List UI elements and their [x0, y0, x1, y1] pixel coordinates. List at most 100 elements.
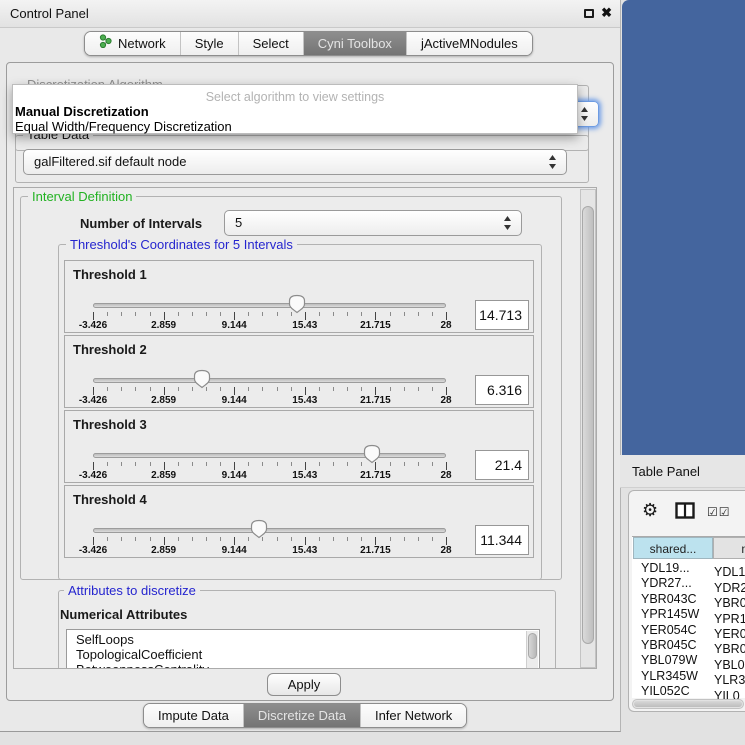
table-row[interactable]: YPR145WYPR1	[632, 607, 745, 622]
table-row[interactable]: YLR345WYLR3	[632, 669, 745, 684]
tab-infer-network[interactable]: Infer Network	[361, 704, 466, 727]
close-icon[interactable]: ✖	[601, 5, 612, 21]
popup-placeholder: Select algorithm to view settings	[13, 85, 577, 104]
interval-definition-title: Interval Definition	[28, 189, 136, 204]
number-of-intervals-combobox[interactable]: 5	[224, 210, 522, 236]
slider-ticks	[93, 387, 446, 395]
tab-label: Select	[253, 32, 289, 55]
algorithm-dropdown-popup: Select algorithm to view settings Manual…	[12, 84, 578, 134]
table-row[interactable]: YBR043CYBR0	[632, 592, 745, 607]
attribute-list-item[interactable]: BetweennessCentrality	[76, 662, 539, 669]
slider-tick-label: 9.144	[222, 395, 247, 406]
tab-label: Cyni Toolbox	[318, 32, 392, 55]
combo-stepper-icon	[503, 215, 512, 231]
slider-tick-label: 21.715	[360, 545, 391, 556]
gear-icon[interactable]: ⚙	[642, 500, 658, 521]
threshold-slider-track[interactable]	[93, 378, 446, 383]
slider-tick-label: 15.43	[292, 395, 317, 406]
shared-name-cell: YER054C	[632, 623, 709, 638]
column-header-name[interactable]: n	[713, 537, 745, 559]
threshold-slider-track[interactable]	[93, 528, 446, 533]
slider-tick-label: 2.859	[151, 545, 176, 556]
slider-tick-label: 2.859	[151, 320, 176, 331]
scrollbar-thumb[interactable]	[582, 206, 594, 644]
table-row[interactable]: YIL052CYIL0	[632, 684, 745, 699]
columns-icon[interactable]	[675, 502, 695, 524]
number-of-intervals-value: 5	[235, 215, 242, 230]
attributes-scrollbar[interactable]	[526, 631, 538, 669]
threshold-panel: Threshold 2 -3.4262.8599.14415.4321.7152…	[64, 335, 534, 408]
thresholds-group-title: Threshold's Coordinates for 5 Intervals	[66, 237, 297, 252]
threshold-value-field[interactable]: 6.316	[475, 375, 529, 405]
cyni-toolbox-panel: Discretization Algorithm Table Data galF…	[6, 62, 614, 701]
slider-tick-label: 21.715	[360, 470, 391, 481]
threshold-label: Threshold 1	[73, 267, 147, 282]
slider-tick-label: -3.426	[79, 545, 107, 556]
tab-style[interactable]: Style	[181, 32, 239, 55]
numerical-attributes-label: Numerical Attributes	[60, 607, 187, 622]
tab-jactivemnodules[interactable]: jActiveMNodules	[407, 32, 532, 55]
attribute-list-item[interactable]: TopologicalCoefficient	[76, 647, 539, 662]
table-row[interactable]: YDL19...YDL1	[632, 561, 745, 576]
threshold-slider-track[interactable]	[93, 303, 446, 308]
table-row[interactable]: YBL079WYBL0	[632, 653, 745, 668]
table-row[interactable]: YER054CYER0	[632, 623, 745, 638]
select-columns-icon[interactable]: ☑☑	[707, 505, 731, 519]
threshold-label: Threshold 2	[73, 342, 147, 357]
slider-tick-label: 15.43	[292, 545, 317, 556]
threshold-panel: Threshold 4 -3.4262.8599.14415.4321.7152…	[64, 485, 534, 558]
attributes-list-items: SelfLoopsTopologicalCoefficientBetweenne…	[67, 630, 539, 669]
slider-tick-label: 21.715	[360, 320, 391, 331]
scrollbar-thumb[interactable]	[528, 633, 537, 659]
tab-select[interactable]: Select	[239, 32, 304, 55]
apply-button[interactable]: Apply	[267, 673, 341, 696]
tab-cyni-toolbox[interactable]: Cyni Toolbox	[304, 32, 407, 55]
network-icon	[99, 32, 112, 55]
shared-name-cell: YDL19...	[632, 561, 709, 576]
tab-label: Style	[195, 32, 224, 55]
popup-item[interactable]: Equal Width/Frequency Discretization	[13, 119, 577, 134]
attributes-group-title: Attributes to discretize	[64, 583, 200, 598]
table-row[interactable]: YDR27...YDR2	[632, 576, 745, 591]
number-of-intervals-label: Number of Intervals	[80, 216, 202, 231]
threshold-slider-thumb[interactable]	[363, 444, 381, 464]
table-panel-body: ⚙ ☑☑ shared... n YDL19...YDL1YDR27...YDR…	[628, 490, 745, 712]
settings-scrollbar[interactable]	[580, 189, 596, 668]
table-data-combobox[interactable]: galFiltered.sif default node	[23, 149, 567, 175]
slider-tick-labels: -3.4262.8599.14415.4321.71528	[93, 545, 446, 556]
float-window-icon[interactable]	[584, 9, 594, 18]
slider-tick-label: 2.859	[151, 470, 176, 481]
table-panel-toolbar: ⚙ ☑☑	[629, 491, 745, 536]
shared-name-cell: YLR345W	[632, 669, 709, 684]
table-row[interactable]: YBR045CYBR0	[632, 638, 745, 653]
slider-tick-labels: -3.4262.8599.14415.4321.71528	[93, 470, 446, 481]
table-horizontal-scrollbar[interactable]	[632, 699, 744, 709]
threshold-slider-track[interactable]	[93, 453, 446, 458]
scrollbar-thumb[interactable]	[634, 701, 742, 707]
tab-discretize-data[interactable]: Discretize Data	[244, 704, 361, 727]
tab-impute-data[interactable]: Impute Data	[144, 704, 244, 727]
slider-ticks	[93, 537, 446, 545]
table-panel-title: Table Panel	[632, 455, 700, 488]
slider-tick-labels: -3.4262.8599.14415.4321.71528	[93, 320, 446, 331]
top-tabbar: Network Style Select Cyni Toolbox jActiveMNo…	[84, 31, 533, 56]
node-table[interactable]: shared... n YDL19...YDL1YDR27...YDR2YBR0…	[632, 536, 745, 698]
popup-item[interactable]: Manual Discretization	[13, 104, 577, 119]
threshold-label: Threshold 3	[73, 417, 147, 432]
threshold-slider-thumb[interactable]	[193, 369, 211, 389]
threshold-value-field[interactable]: 21.4	[475, 450, 529, 480]
shared-name-cell: YBR045C	[632, 638, 709, 653]
attribute-list-item[interactable]: SelfLoops	[76, 632, 539, 647]
threshold-value-field[interactable]: 11.344	[475, 525, 529, 555]
tab-network[interactable]: Network	[85, 32, 181, 55]
slider-tick-label: 15.43	[292, 320, 317, 331]
threshold-slider-thumb[interactable]	[288, 294, 306, 314]
attributes-list[interactable]: SelfLoopsTopologicalCoefficientBetweenne…	[66, 629, 540, 669]
slider-tick-label: 21.715	[360, 395, 391, 406]
threshold-slider-thumb[interactable]	[250, 519, 268, 539]
threshold-value-field[interactable]: 14.713	[475, 300, 529, 330]
network-window: GAL80GACGAL11GAL4GCY1HHAP2	[622, 0, 745, 455]
tab-label: Impute Data	[158, 704, 229, 727]
bottom-tabbar: Impute Data Discretize DataInfer Network	[143, 703, 467, 728]
column-header-shared-name[interactable]: shared...	[633, 537, 713, 559]
